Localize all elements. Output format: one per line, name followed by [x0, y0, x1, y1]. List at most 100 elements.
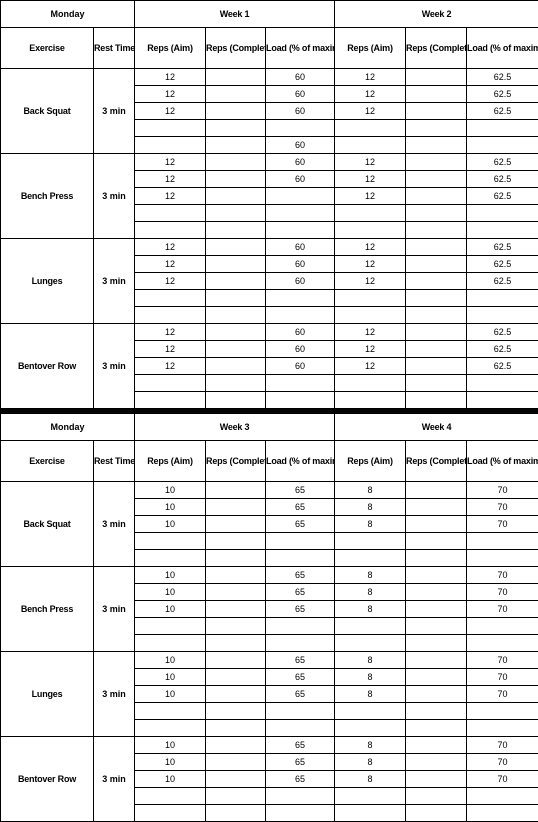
exercise-name-cell[interactable]: Bentover Row — [1, 324, 94, 409]
cell-load-b[interactable] — [467, 392, 538, 409]
cell-reps-aim-b[interactable]: 12 — [335, 256, 406, 273]
cell-reps-aim-b[interactable]: 12 — [335, 69, 406, 86]
cell-reps-aim-a[interactable]: 12 — [135, 171, 206, 188]
cell-load-b[interactable] — [467, 120, 538, 137]
cell-reps-aim-b[interactable]: 8 — [335, 754, 406, 771]
cell-reps-aim-b[interactable]: 12 — [335, 239, 406, 256]
cell-reps-aim-b[interactable] — [335, 618, 406, 635]
cell-load-b[interactable]: 62.5 — [467, 341, 538, 358]
cell-load-b[interactable] — [467, 533, 538, 550]
cell-load-b[interactable]: 62.5 — [467, 324, 538, 341]
cell-reps-aim-b[interactable]: 12 — [335, 324, 406, 341]
cell-reps-completed-b[interactable] — [406, 290, 467, 307]
cell-reps-aim-a[interactable]: 10 — [135, 516, 206, 533]
cell-reps-aim-a[interactable]: 10 — [135, 652, 206, 669]
cell-load-b[interactable]: 62.5 — [467, 154, 538, 171]
cell-load-a[interactable]: 65 — [266, 601, 335, 618]
cell-load-b[interactable]: 70 — [467, 482, 538, 499]
cell-reps-completed-b[interactable] — [406, 256, 467, 273]
cell-reps-aim-a[interactable] — [135, 290, 206, 307]
cell-reps-aim-a[interactable]: 12 — [135, 188, 206, 205]
cell-reps-completed-a[interactable] — [206, 805, 266, 822]
cell-reps-completed-b[interactable] — [406, 392, 467, 409]
cell-reps-aim-a[interactable] — [135, 720, 206, 737]
cell-reps-completed-a[interactable] — [206, 516, 266, 533]
cell-load-a[interactable]: 60 — [266, 256, 335, 273]
cell-reps-aim-a[interactable] — [135, 550, 206, 567]
cell-load-b[interactable] — [467, 550, 538, 567]
cell-reps-completed-b[interactable] — [406, 533, 467, 550]
cell-reps-aim-a[interactable] — [135, 635, 206, 652]
cell-reps-aim-a[interactable] — [135, 375, 206, 392]
cell-load-b[interactable]: 70 — [467, 499, 538, 516]
cell-load-a[interactable]: 65 — [266, 754, 335, 771]
cell-reps-aim-b[interactable] — [335, 550, 406, 567]
cell-load-a[interactable] — [266, 307, 335, 324]
cell-load-b[interactable]: 70 — [467, 584, 538, 601]
cell-reps-completed-a[interactable] — [206, 205, 266, 222]
cell-reps-completed-a[interactable] — [206, 652, 266, 669]
cell-load-a[interactable] — [266, 618, 335, 635]
cell-load-b[interactable]: 62.5 — [467, 188, 538, 205]
rest-time-cell[interactable]: 3 min — [94, 154, 135, 239]
cell-load-b[interactable] — [467, 703, 538, 720]
cell-reps-completed-a[interactable] — [206, 290, 266, 307]
cell-load-b[interactable]: 62.5 — [467, 239, 538, 256]
rest-time-cell[interactable]: 3 min — [94, 482, 135, 567]
cell-reps-completed-a[interactable] — [206, 375, 266, 392]
cell-reps-aim-a[interactable]: 10 — [135, 771, 206, 788]
cell-reps-aim-b[interactable]: 8 — [335, 669, 406, 686]
cell-reps-aim-b[interactable] — [335, 703, 406, 720]
cell-load-a[interactable]: 65 — [266, 669, 335, 686]
cell-reps-aim-a[interactable] — [135, 137, 206, 154]
cell-reps-completed-b[interactable] — [406, 652, 467, 669]
cell-load-b[interactable] — [467, 805, 538, 822]
cell-load-a[interactable]: 60 — [266, 154, 335, 171]
cell-load-b[interactable]: 70 — [467, 754, 538, 771]
cell-reps-aim-a[interactable] — [135, 703, 206, 720]
exercise-name-cell[interactable]: Bench Press — [1, 567, 94, 652]
cell-reps-aim-a[interactable]: 10 — [135, 499, 206, 516]
cell-load-b[interactable] — [467, 137, 538, 154]
cell-load-a[interactable]: 60 — [266, 137, 335, 154]
cell-load-a[interactable] — [266, 188, 335, 205]
cell-load-a[interactable]: 65 — [266, 686, 335, 703]
cell-load-b[interactable]: 70 — [467, 737, 538, 754]
cell-reps-completed-a[interactable] — [206, 737, 266, 754]
cell-reps-completed-a[interactable] — [206, 137, 266, 154]
cell-reps-aim-a[interactable] — [135, 205, 206, 222]
rest-time-cell[interactable]: 3 min — [94, 737, 135, 822]
cell-load-b[interactable] — [467, 290, 538, 307]
cell-load-a[interactable] — [266, 222, 335, 239]
cell-reps-completed-b[interactable] — [406, 188, 467, 205]
cell-reps-aim-b[interactable]: 8 — [335, 499, 406, 516]
cell-load-a[interactable] — [266, 805, 335, 822]
cell-reps-aim-b[interactable]: 12 — [335, 188, 406, 205]
cell-reps-aim-b[interactable] — [335, 205, 406, 222]
cell-reps-completed-a[interactable] — [206, 635, 266, 652]
cell-load-a[interactable] — [266, 720, 335, 737]
cell-reps-aim-a[interactable]: 12 — [135, 239, 206, 256]
cell-reps-completed-a[interactable] — [206, 154, 266, 171]
cell-reps-completed-b[interactable] — [406, 567, 467, 584]
cell-reps-aim-b[interactable] — [335, 222, 406, 239]
cell-reps-completed-b[interactable] — [406, 324, 467, 341]
cell-load-a[interactable] — [266, 635, 335, 652]
cell-reps-aim-b[interactable] — [335, 290, 406, 307]
cell-load-a[interactable]: 65 — [266, 737, 335, 754]
cell-reps-completed-b[interactable] — [406, 239, 467, 256]
rest-time-cell[interactable]: 3 min — [94, 652, 135, 737]
cell-reps-aim-a[interactable]: 10 — [135, 754, 206, 771]
cell-reps-completed-b[interactable] — [406, 307, 467, 324]
cell-load-b[interactable] — [467, 618, 538, 635]
cell-reps-aim-b[interactable]: 8 — [335, 584, 406, 601]
exercise-name-cell[interactable]: Lunges — [1, 239, 94, 324]
cell-reps-completed-b[interactable] — [406, 482, 467, 499]
cell-reps-aim-b[interactable]: 12 — [335, 171, 406, 188]
cell-reps-completed-a[interactable] — [206, 482, 266, 499]
cell-load-b[interactable]: 62.5 — [467, 69, 538, 86]
cell-load-a[interactable] — [266, 533, 335, 550]
cell-reps-completed-b[interactable] — [406, 618, 467, 635]
rest-time-cell[interactable]: 3 min — [94, 69, 135, 154]
cell-reps-aim-a[interactable]: 12 — [135, 69, 206, 86]
